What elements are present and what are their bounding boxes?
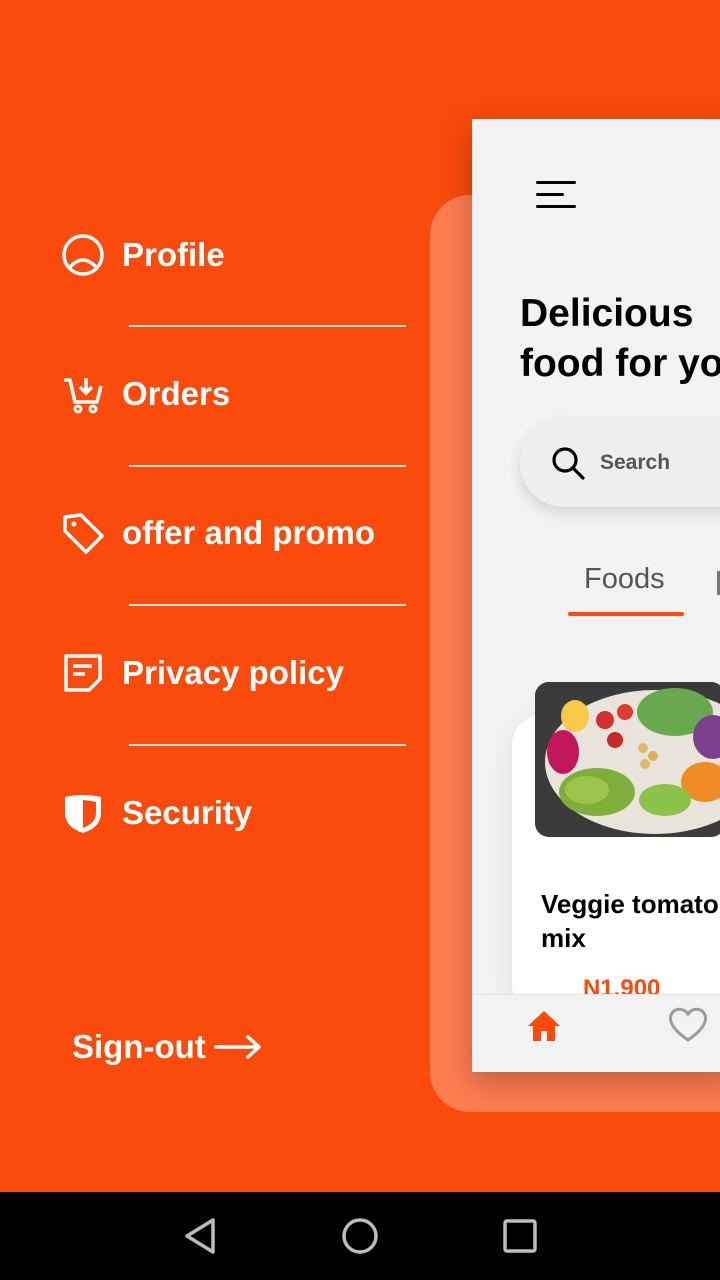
tab-active-indicator — [568, 612, 684, 616]
home-icon[interactable] — [526, 1009, 562, 1043]
menu-divider — [129, 325, 406, 327]
document-icon — [60, 650, 106, 696]
menu-label-privacy-policy: Privacy policy — [122, 654, 344, 691]
menu-label-profile: Profile — [122, 236, 225, 273]
menu-divider — [129, 744, 406, 746]
food-image — [535, 682, 720, 837]
arrow-right-icon — [214, 1035, 261, 1059]
menu-label-offer-and-promo: offer and promo — [122, 514, 375, 551]
menu-label-orders: Orders — [122, 375, 231, 412]
heart-icon[interactable] — [667, 1005, 709, 1043]
menu-item-privacy-policy[interactable]: Privacy policy — [60, 650, 344, 696]
hamburger-menu-icon[interactable] — [536, 181, 578, 211]
search-placeholder: Search — [600, 451, 671, 474]
food-name: Veggie tomato mix — [541, 889, 719, 953]
back-icon[interactable] — [181, 1216, 221, 1256]
home-circle-icon[interactable] — [340, 1216, 380, 1256]
signout-button[interactable]: Sign-out — [72, 1028, 264, 1066]
signout-label: Sign-out — [72, 1028, 206, 1065]
system-navigation-bar — [0, 1192, 720, 1280]
shield-icon — [60, 790, 106, 836]
menu-divider — [129, 604, 406, 606]
bottom-navigation — [472, 994, 720, 1072]
menu-item-security[interactable]: Security — [60, 790, 252, 836]
recents-icon[interactable] — [500, 1216, 540, 1256]
menu-item-offer-and-promo[interactable]: offer and promo — [60, 510, 375, 556]
menu-item-orders[interactable]: Orders — [60, 371, 230, 417]
page-title: Delicious food for yo — [520, 292, 720, 385]
profile-icon — [60, 232, 106, 278]
menu-item-profile[interactable]: Profile — [60, 232, 225, 278]
tab-foods[interactable]: Foods — [584, 563, 665, 596]
search-input[interactable]: Search — [520, 419, 720, 507]
home-screen-preview[interactable]: Delicious food for yo Search Foods Veggi… — [472, 119, 720, 1072]
tag-icon — [60, 510, 106, 556]
menu-label-security: Security — [122, 794, 253, 831]
search-icon — [552, 447, 585, 480]
cart-icon — [60, 371, 106, 417]
menu-divider — [129, 465, 406, 467]
